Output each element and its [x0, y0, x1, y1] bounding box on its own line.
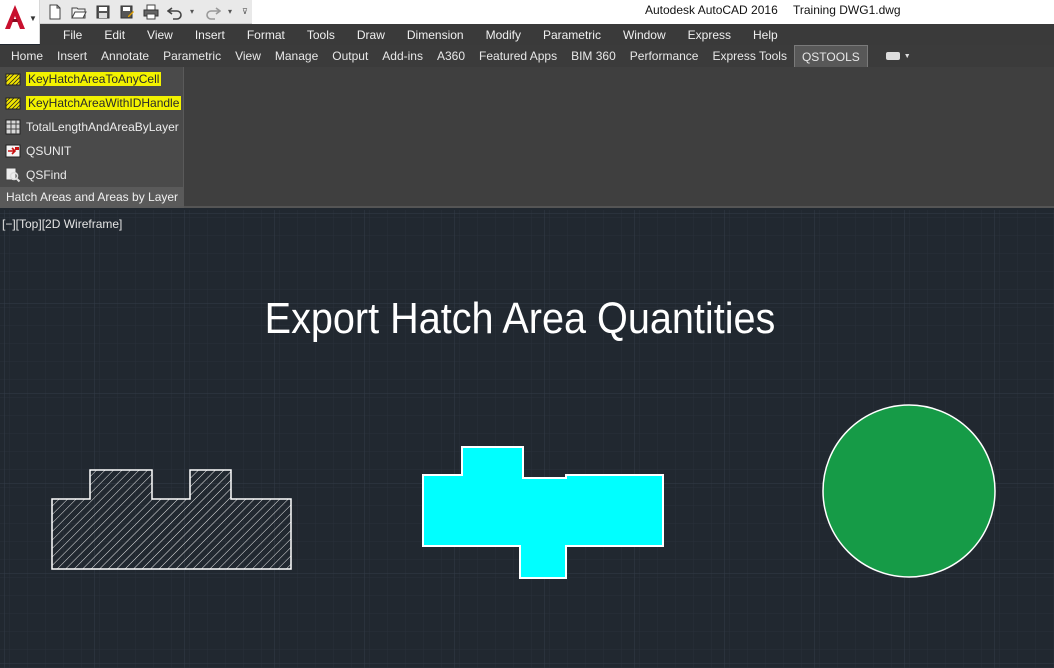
panel-item-label: TotalLengthAndAreaByLayer [26, 120, 179, 134]
tab-bim-360[interactable]: BIM 360 [564, 45, 623, 67]
autocad-window: Autodesk AutoCAD 2016 Training DWG1.dwg … [0, 0, 1054, 668]
minimize-ribbon-icon [885, 52, 900, 60]
panel-item-label: QSFind [26, 168, 67, 182]
green-circle[interactable] [822, 404, 996, 578]
menu-file[interactable]: File [52, 28, 93, 42]
customize-toolbar-icon[interactable]: ⊽ [242, 7, 250, 16]
tab-express-tools[interactable]: Express Tools [705, 45, 793, 67]
menu-draw[interactable]: Draw [346, 28, 396, 42]
redo-icon[interactable] [204, 3, 222, 21]
tab-output[interactable]: Output [325, 45, 375, 67]
cyan-polygon[interactable] [422, 446, 664, 579]
tab-parametric[interactable]: Parametric [156, 45, 228, 67]
tab-qstools[interactable]: QSTOOLS [793, 45, 868, 67]
new-icon[interactable] [46, 3, 64, 21]
plot-icon[interactable] [142, 3, 160, 21]
tab-featured-apps[interactable]: Featured Apps [472, 45, 564, 67]
tab-home[interactable]: Home [4, 45, 50, 67]
ribbon: KeyHatchAreaToAnyCell KeyHatchAreaWithID… [0, 67, 1054, 208]
hatch-key-icon [4, 94, 22, 112]
menu-tools[interactable]: Tools [296, 28, 346, 42]
panel-item-label: QSUNIT [26, 144, 72, 158]
chevron-down-icon: ▼ [29, 14, 37, 23]
quick-access-toolbar: ▾ ▾ ⊽ [40, 0, 252, 24]
undo-icon[interactable] [166, 3, 184, 21]
tab-performance[interactable]: Performance [623, 45, 706, 67]
panel-title: Hatch Areas and Areas by Layer [0, 187, 184, 208]
menu-express[interactable]: Express [677, 28, 742, 42]
qsunit-button[interactable]: QSUNIT [4, 140, 71, 162]
key-hatch-area-to-any-cell-button[interactable]: KeyHatchAreaToAnyCell [4, 68, 162, 90]
menu-format[interactable]: Format [236, 28, 296, 42]
tab-view[interactable]: View [228, 45, 268, 67]
app-name: Autodesk AutoCAD 2016 [645, 3, 778, 17]
menu-window[interactable]: Window [612, 28, 677, 42]
undo-dropdown-icon[interactable]: ▾ [190, 7, 198, 16]
menu-parametric[interactable]: Parametric [532, 28, 612, 42]
menu-dimension[interactable]: Dimension [396, 28, 475, 42]
key-hatch-area-with-id-handle-button[interactable]: KeyHatchAreaWithIDHandle [4, 92, 182, 114]
panel-item-label: KeyHatchAreaWithIDHandle [26, 96, 182, 110]
menu-bar: File Edit View Insert Format Tools Draw … [40, 24, 1054, 45]
open-icon[interactable] [70, 3, 88, 21]
qsfind-button[interactable]: QSFind [4, 164, 67, 186]
menu-edit[interactable]: Edit [93, 28, 136, 42]
save-as-icon[interactable] [118, 3, 136, 21]
hatched-polygon[interactable] [51, 469, 292, 570]
menu-modify[interactable]: Modify [475, 28, 532, 42]
tab-add-ins[interactable]: Add-ins [375, 45, 430, 67]
ribbon-display-toggle[interactable]: ▼ [868, 52, 911, 60]
redo-dropdown-icon[interactable]: ▾ [228, 7, 236, 16]
hatch-key-icon [4, 70, 22, 88]
save-icon[interactable] [94, 3, 112, 21]
drawing-shapes [51, 404, 996, 579]
unit-icon [4, 142, 22, 160]
menu-help[interactable]: Help [742, 28, 789, 42]
panel-hatch-areas: KeyHatchAreaToAnyCell KeyHatchAreaWithID… [0, 67, 184, 208]
application-menu-button[interactable]: ▼ [0, 0, 40, 44]
ribbon-tab-bar: Home Insert Annotate Parametric View Man… [0, 45, 1054, 67]
tab-a360[interactable]: A360 [430, 45, 472, 67]
autocad-logo-icon [5, 5, 25, 29]
find-icon [4, 166, 22, 184]
table-grid-icon [4, 118, 22, 136]
menu-insert[interactable]: Insert [184, 28, 236, 42]
document-name: Training DWG1.dwg [793, 3, 901, 17]
drawing-canvas[interactable]: [−][Top][2D Wireframe] Export Hatch Area… [0, 210, 1054, 668]
tab-manage[interactable]: Manage [268, 45, 325, 67]
total-length-and-area-by-layer-button[interactable]: TotalLengthAndAreaByLayer [4, 116, 179, 138]
tab-annotate[interactable]: Annotate [94, 45, 156, 67]
panel-item-label: KeyHatchAreaToAnyCell [26, 72, 162, 86]
chevron-down-icon: ▼ [903, 52, 911, 60]
menu-view[interactable]: View [136, 28, 184, 42]
tab-insert[interactable]: Insert [50, 45, 94, 67]
